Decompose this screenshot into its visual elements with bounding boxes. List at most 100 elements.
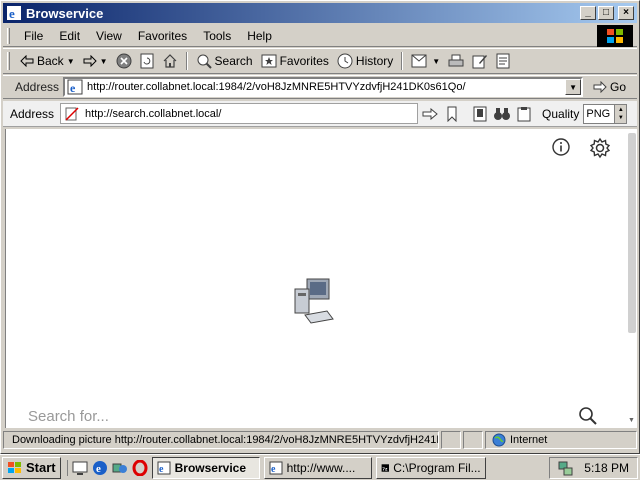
browservice-url[interactable]: http://search.collabnet.local/ — [79, 108, 417, 120]
globe-icon — [492, 433, 506, 447]
refresh-button[interactable] — [136, 51, 158, 71]
forward-button[interactable]: ▼ — [79, 53, 112, 69]
windows-flag-icon — [597, 25, 633, 47]
svg-text:e: e — [96, 463, 101, 475]
back-arrow-icon — [20, 55, 34, 67]
browservice-address-label: Address — [10, 106, 55, 121]
menu-help[interactable]: Help — [239, 27, 280, 45]
standard-toolbar: Back ▼ ▼ Search Favorites History ▼ — [3, 48, 637, 74]
discuss-button[interactable] — [492, 51, 514, 71]
task-program-files[interactable]: 7z C:\Program Fil... — [375, 456, 486, 479]
task-ie-icon: e — [157, 461, 171, 475]
search-label: Search — [214, 54, 253, 68]
toolbar-grip — [7, 52, 10, 70]
forward-dropdown-icon[interactable]: ▼ — [100, 57, 108, 66]
quality-label: Quality — [542, 106, 580, 121]
zone-label: Internet — [510, 434, 548, 446]
clipboard-button[interactable] — [514, 104, 534, 124]
favorites-icon — [261, 54, 277, 68]
bookmarks-list-button[interactable] — [470, 104, 490, 124]
mail-dropdown-icon[interactable]: ▼ — [432, 57, 440, 66]
computer-icon — [294, 278, 334, 324]
task-http[interactable]: e http://www.... — [263, 456, 372, 479]
ie-quicklaunch-icon[interactable]: e — [92, 460, 108, 476]
task-7zip-icon: 7z — [381, 463, 389, 472]
maximize-button[interactable]: □ — [598, 6, 614, 20]
menu-tools[interactable]: Tools — [195, 27, 239, 45]
svg-text:e: e — [271, 464, 276, 475]
title-bar[interactable]: e Browservice _ □ × — [3, 3, 637, 23]
browservice-address-bar: Address http://search.collabnet.local/ Q… — [3, 101, 637, 127]
toolbar-separator-2 — [401, 52, 404, 70]
page-icon: e — [67, 79, 83, 95]
find-button[interactable] — [492, 104, 512, 124]
quality-select[interactable]: PNG ▲ ▼ — [583, 103, 628, 124]
close-button[interactable]: × — [618, 6, 634, 20]
status-bar: e Downloading picture http://router.coll… — [3, 430, 637, 450]
start-button[interactable]: Start — [2, 456, 61, 479]
status-text: Downloading picture http://router.collab… — [12, 434, 438, 446]
home-button[interactable] — [158, 51, 182, 71]
info-icon[interactable] — [551, 137, 571, 157]
favorites-button[interactable]: Favorites — [257, 51, 333, 71]
page-content: Search for... ▼ — [5, 129, 637, 428]
print-icon — [448, 54, 464, 67]
ie-address-url[interactable]: http://router.collabnet.local:1984/2/voH… — [83, 81, 565, 93]
ie-address-bar: Address e http://router.collabnet.local:… — [3, 75, 637, 99]
history-button[interactable]: History — [333, 51, 397, 71]
search-placeholder[interactable]: Search for... — [28, 408, 578, 425]
ie-logo-icon: e — [7, 6, 21, 21]
tray-network-icon[interactable] — [558, 460, 574, 476]
menu-file[interactable]: File — [16, 27, 51, 45]
status-cell-security — [463, 431, 483, 449]
menu-bar: File Edit View Favorites Tools Help — [3, 25, 637, 47]
minimize-button[interactable]: _ — [580, 6, 596, 20]
go-arrow-button[interactable] — [420, 104, 440, 124]
network-icon[interactable] — [112, 460, 128, 476]
scrollbar-thumb[interactable] — [628, 133, 636, 333]
show-desktop-icon[interactable] — [72, 460, 88, 476]
vertical-scrollbar[interactable]: ▼ — [627, 129, 637, 428]
back-button[interactable]: Back ▼ — [16, 52, 79, 70]
home-icon — [163, 54, 176, 68]
go-button[interactable]: Go — [593, 80, 626, 94]
menu-favorites[interactable]: Favorites — [130, 27, 195, 45]
address-dropdown-button[interactable]: ▼ — [565, 79, 582, 95]
task-browservice[interactable]: e Browservice — [151, 456, 260, 479]
search-button[interactable]: Search — [192, 51, 257, 71]
print-button[interactable] — [444, 51, 468, 71]
stop-icon — [116, 53, 132, 69]
binoculars-icon — [494, 107, 511, 120]
svg-text:e: e — [159, 464, 164, 475]
go-label: Go — [610, 80, 627, 94]
gear-icon[interactable] — [589, 137, 611, 159]
edit-button[interactable] — [468, 51, 492, 71]
history-label: History — [355, 54, 394, 68]
clock[interactable]: 5:18 PM — [584, 461, 629, 475]
history-icon — [337, 53, 353, 69]
favorites-label: Favorites — [279, 54, 329, 68]
task-label: C:\Program Fil... — [393, 460, 481, 475]
svg-text:e: e — [70, 81, 76, 95]
status-text-cell: e Downloading picture http://router.coll… — [3, 431, 439, 449]
search-magnifier-icon[interactable] — [578, 406, 598, 426]
ie-address-field[interactable]: e http://router.collabnet.local:1984/2/v… — [63, 77, 584, 97]
bookmark-button[interactable] — [442, 104, 462, 124]
menu-edit[interactable]: Edit — [51, 27, 88, 45]
browservice-address-field[interactable]: http://search.collabnet.local/ — [60, 103, 419, 124]
mail-button[interactable]: ▼ — [407, 52, 444, 70]
stop-button[interactable] — [112, 51, 136, 71]
menu-view[interactable]: View — [88, 27, 130, 45]
windows-logo-icon — [8, 461, 21, 473]
back-dropdown-icon[interactable]: ▼ — [67, 57, 75, 66]
quality-spinner[interactable]: ▲ ▼ — [614, 104, 627, 123]
search-box[interactable]: Search for... — [28, 405, 598, 427]
task-label: Browservice — [174, 460, 246, 475]
go-arrow-icon — [593, 81, 607, 93]
edit-icon — [472, 55, 488, 69]
scroll-down-icon[interactable]: ▼ — [628, 417, 635, 424]
forward-arrow-icon — [83, 55, 97, 67]
search-icon — [197, 54, 212, 69]
opera-icon[interactable] — [132, 459, 148, 476]
svg-text:e: e — [9, 6, 15, 21]
